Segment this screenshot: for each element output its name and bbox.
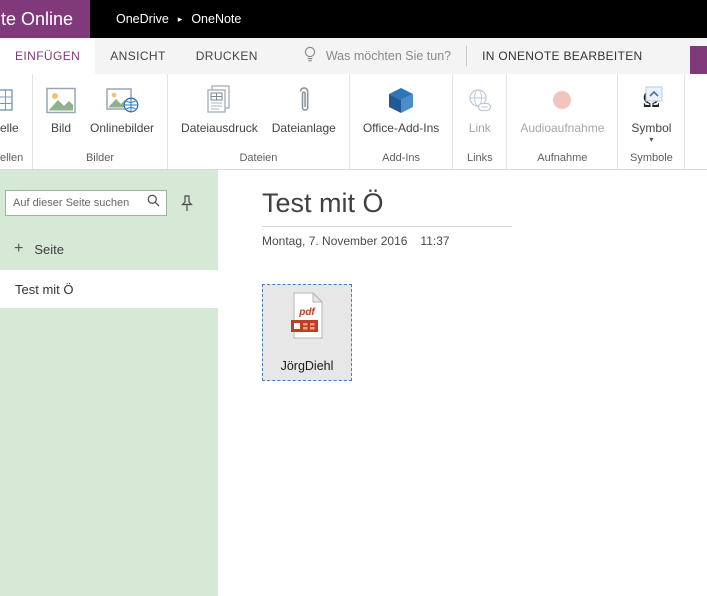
onenote-online-window: te Online OneDrive ▸ OneNote EINFÜGEN AN… xyxy=(0,0,707,596)
ribbon-group-tabellen: elle ellen xyxy=(0,74,33,169)
group-label-aufnahme: Aufnahme xyxy=(513,148,611,168)
lightbulb-icon xyxy=(303,46,317,66)
tell-me-box[interactable]: Was möchten Sie tun? xyxy=(303,38,451,74)
onlinebilder-button-label: Onlinebilder xyxy=(90,121,154,135)
group-label-addins: Add-Ins xyxy=(356,148,446,168)
app-title[interactable]: te Online xyxy=(0,0,90,38)
table-icon xyxy=(0,82,13,118)
file-printout-icon xyxy=(206,82,232,118)
breadcrumb-separator-icon: ▸ xyxy=(178,14,183,25)
page-pane: + Seite Test mit Ö xyxy=(0,170,218,596)
group-label-tabellen: ellen xyxy=(0,148,26,168)
pdf-attachment-selected[interactable]: pdf JörgDiehl xyxy=(262,284,352,381)
breadcrumb-onenote[interactable]: OneNote xyxy=(191,12,241,26)
page-date: Montag, 7. November 2016 xyxy=(262,234,407,248)
dateiausdruck-button-label: Dateiausdruck xyxy=(181,121,258,135)
globe-link-icon xyxy=(466,82,493,118)
add-page-button[interactable]: + Seite xyxy=(14,241,218,257)
page-item-label: Test mit Ö xyxy=(15,282,74,297)
page-title[interactable]: Test mit Ö xyxy=(262,188,512,219)
ribbon-group-dateien: Dateiausdruck Dateianlage Dateien xyxy=(168,74,350,169)
group-label-bilder: Bilder xyxy=(39,148,161,168)
audioaufnahme-button-label: Audioaufnahme xyxy=(520,121,604,135)
breadcrumb: OneDrive ▸ OneNote xyxy=(116,0,241,38)
group-label-dateien: Dateien xyxy=(174,148,343,168)
dateianlage-button[interactable]: Dateianlage xyxy=(265,79,343,135)
page-canvas[interactable]: Test mit Ö Montag, 7. November 2016 11:3… xyxy=(218,170,707,596)
link-button-label: Link xyxy=(469,121,491,135)
dateiausdruck-button[interactable]: Dateiausdruck xyxy=(174,79,265,135)
audio-record-icon xyxy=(550,82,574,118)
ribbon-group-addins: Office-Add-Ins Add-Ins xyxy=(350,74,453,169)
tab-einfuegen[interactable]: EINFÜGEN xyxy=(0,38,95,74)
search-row xyxy=(5,190,210,216)
tab-ansicht[interactable]: ANSICHT xyxy=(95,38,180,74)
edit-in-onenote-button[interactable]: IN ONENOTE BEARBEITEN xyxy=(482,38,642,74)
tabbar-accent-block xyxy=(690,46,707,74)
ribbon-group-links: Link Links xyxy=(453,74,507,169)
online-images-icon xyxy=(106,82,139,118)
ribbon-group-aufnahme: Audioaufnahme Aufnahme xyxy=(507,74,618,169)
collapse-ribbon-icon[interactable] xyxy=(645,86,663,107)
titlebar: te Online OneDrive ▸ OneNote xyxy=(0,0,707,38)
tell-me-placeholder: Was möchten Sie tun? xyxy=(326,49,451,63)
group-label-symbole: Symbole xyxy=(624,148,678,168)
office-addins-button[interactable]: Office-Add-Ins xyxy=(356,79,446,135)
page-date-row: Montag, 7. November 2016 11:37 xyxy=(262,234,450,248)
bild-button-label: Bild xyxy=(51,121,71,135)
page-search-box[interactable] xyxy=(5,190,167,216)
link-button[interactable]: Link xyxy=(459,79,500,135)
pin-icon[interactable] xyxy=(180,195,194,212)
tabbar-divider xyxy=(466,46,467,66)
chevron-down-icon: ▾ xyxy=(649,136,653,144)
svg-text:pdf: pdf xyxy=(298,307,316,318)
ribbon-group-bilder: Bild Onlinebilder Bilder xyxy=(33,74,168,169)
page-list-item-selected[interactable]: Test mit Ö xyxy=(0,270,218,308)
onlinebilder-button[interactable]: Onlinebilder xyxy=(83,79,161,135)
paperclip-icon xyxy=(296,82,311,118)
add-page-label: Seite xyxy=(34,242,64,257)
page-title-block[interactable]: Test mit Ö xyxy=(262,188,512,227)
ribbon-tab-bar: EINFÜGEN ANSICHT DRUCKEN Was möchten Sie… xyxy=(0,38,707,74)
table-button[interactable]: elle xyxy=(0,79,26,135)
symbol-button-label: Symbol xyxy=(631,121,671,135)
tab-drucken[interactable]: DRUCKEN xyxy=(181,38,273,74)
group-label-links: Links xyxy=(459,148,500,168)
bild-button[interactable]: Bild xyxy=(39,79,83,135)
main-area: + Seite Test mit Ö Test mit Ö Montag, 7.… xyxy=(0,170,707,596)
page-time: 11:37 xyxy=(420,234,449,248)
audioaufnahme-button[interactable]: Audioaufnahme xyxy=(513,79,611,135)
office-addins-button-label: Office-Add-Ins xyxy=(363,121,439,135)
plus-icon: + xyxy=(14,241,23,257)
image-icon xyxy=(46,82,76,118)
attachment-label: JörgDiehl xyxy=(281,359,334,373)
dateianlage-button-label: Dateianlage xyxy=(272,121,336,135)
search-icon[interactable] xyxy=(147,194,160,212)
breadcrumb-onedrive[interactable]: OneDrive xyxy=(116,12,169,26)
table-button-label: elle xyxy=(0,121,19,135)
ribbon: elle ellen Bild Onlinebilder xyxy=(0,74,707,170)
search-input[interactable] xyxy=(13,197,147,209)
addins-cube-icon xyxy=(386,82,416,118)
pdf-file-icon: pdf xyxy=(288,292,326,344)
